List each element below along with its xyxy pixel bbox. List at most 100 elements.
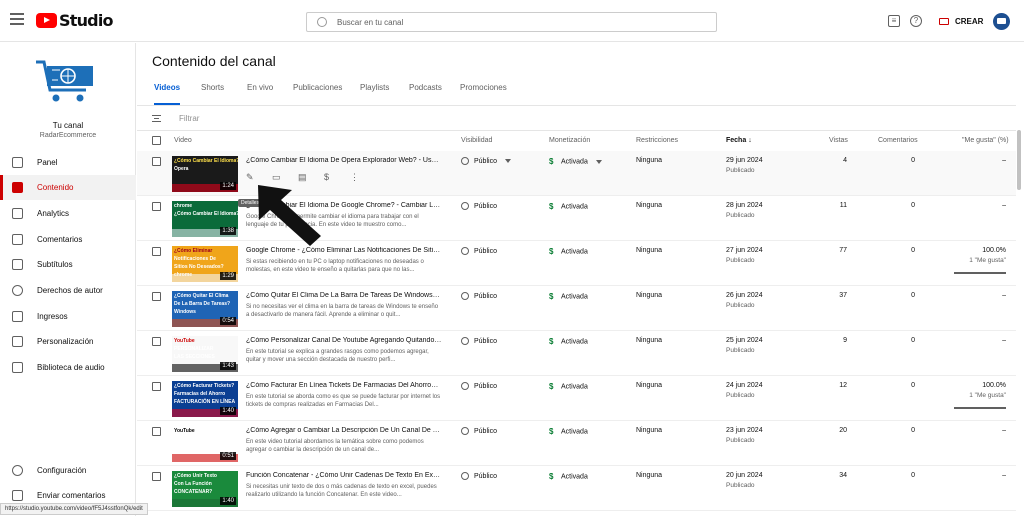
tab-videos[interactable]: Videos [154,83,181,105]
video-title[interactable]: Función Concatenar - ¿Cómo Unir Cadenas … [246,472,442,479]
more-options-icon[interactable]: ⋮ [350,172,376,183]
row-checkbox[interactable] [152,382,161,391]
sidebar-item-copyright[interactable]: Derechos de autor [0,278,136,303]
video-thumbnail[interactable]: ¿Cómo Facturar Tickets? Farmacias del Aho… [172,381,238,417]
column-header-likes[interactable]: "Me gusta" (%) [962,137,1009,144]
chevron-down-icon[interactable] [504,159,511,163]
column-header-views[interactable]: Vistas [829,137,848,144]
sidebar-item-content[interactable]: Contenido [0,175,136,200]
video-thumbnail[interactable]: ¿Cómo Cambiar El Idioma? Opera 1:24 [172,156,238,192]
row-checkbox[interactable] [152,337,161,346]
monetization-icon[interactable]: $ [324,172,350,183]
hamburger-menu-icon[interactable] [10,13,24,25]
sidebar-item-earn[interactable]: Ingresos [0,304,136,329]
table-row[interactable]: ¿Cómo Unir Texto Con La Función CONCATENAR… [137,466,1024,511]
publish-status: Publicado [726,437,755,444]
column-header-date[interactable]: Fecha ↓ [726,137,752,144]
edit-pencil-icon[interactable]: ✎ [246,172,272,183]
sidebar-item-customization[interactable]: Personalización [0,329,136,354]
monetization-cell[interactable]: $ Activada [549,427,588,436]
video-thumbnail[interactable]: chrome ¿Cómo Cambiar El Idioma? 1:38 [172,201,238,237]
column-header-restrictions[interactable]: Restricciones [636,137,678,144]
monetization-cell[interactable]: $ Activada [549,472,588,481]
account-avatar[interactable] [993,13,1010,30]
video-thumbnail[interactable]: ¿Cómo Eliminar Notificaciones De Sitios No… [172,246,238,282]
comments-icon[interactable]: ▤ [298,172,324,183]
subtitles-feedback-icon[interactable]: ≡ [888,15,900,27]
video-title[interactable]: ¿Cómo Agregar o Cambiar La Descripción D… [246,427,442,434]
visibility-value: Público [474,427,497,435]
scrollbar-thumb[interactable] [1017,130,1021,190]
tab-shorts[interactable]: Shorts [201,83,224,105]
help-icon[interactable]: ? [910,15,922,27]
video-thumbnail[interactable]: YouTube PERSONALIZAR LAS SECCIONES 1:43 [172,336,238,372]
video-title[interactable]: ¿Cómo Personalizar Canal De Youtube Agre… [246,337,442,344]
tab-playlists[interactable]: Playlists [360,83,389,105]
visibility-value: Público [474,157,497,165]
likes-value: 100.0% [982,247,1006,254]
visibility-cell[interactable]: Público [461,202,497,210]
column-header-visibility[interactable]: Visibilidad [461,137,492,144]
table-row[interactable]: chrome ¿Cómo Cambiar El Idioma? 1:38 ¿Cóm… [137,196,1024,241]
monetization-cell[interactable]: $ Activada [549,247,588,256]
create-button[interactable]: CREAR [933,12,990,30]
visibility-cell[interactable]: Público [461,427,497,435]
video-title[interactable]: ¿Cómo Facturar En Línea Tickets De Farma… [246,382,442,389]
row-checkbox[interactable] [152,427,161,436]
video-title[interactable]: ¿Cómo Cambiar El Idioma De Google Chrome… [246,202,442,209]
sidebar-item-audio-library[interactable]: Biblioteca de audio [0,355,136,380]
video-title[interactable]: ¿Cómo Cambiar El Idioma De Opera Explora… [246,157,442,164]
visibility-cell[interactable]: Público [461,157,511,165]
monetization-cell[interactable]: $ Activada [549,157,602,166]
views-value: 11 [839,202,847,209]
monetization-cell[interactable]: $ Activada [549,202,588,211]
analytics-icon[interactable]: ▭ [272,172,298,183]
sidebar-item-subtitles[interactable]: Subtítulos [0,252,136,277]
filter-placeholder: Filtrar [179,113,200,123]
row-checkbox[interactable] [152,472,161,481]
search-input[interactable] [337,15,707,29]
sidebar-item-analytics[interactable]: Analytics [0,201,136,226]
chevron-down-icon[interactable] [595,159,602,164]
video-thumbnail[interactable]: YouTube ¿CÓMO AGREGAR LA DESCRIPCIÓN DE UN… [172,426,238,462]
table-row[interactable]: ¿Cómo Eliminar Notificaciones De Sitios No… [137,241,1024,286]
table-row[interactable]: ¿Cómo Facturar Tickets? Farmacias del Aho… [137,376,1024,421]
table-row[interactable]: YouTube PERSONALIZAR LAS SECCIONES 1:43 ¿C… [137,331,1024,376]
visibility-cell[interactable]: Público [461,292,497,300]
row-checkbox[interactable] [152,202,161,211]
tab-promotions[interactable]: Promociones [460,83,507,105]
video-thumbnail[interactable]: ¿Cómo Unir Texto Con La Función CONCATENAR… [172,471,238,507]
visibility-cell[interactable]: Público [461,382,497,390]
tab-posts[interactable]: Publicaciones [293,83,342,105]
monetization-cell[interactable]: $ Activada [549,382,588,391]
monetization-cell[interactable]: $ Activada [549,337,588,346]
row-checkbox[interactable] [152,292,161,301]
column-header-comments[interactable]: Comentarios [878,137,918,144]
scrollbar-track[interactable] [1016,43,1024,516]
filter-bar[interactable]: Filtrar [152,111,199,125]
row-checkbox[interactable] [152,157,161,166]
sidebar-item-panel[interactable]: Panel [0,150,136,175]
search-box[interactable] [306,12,717,32]
monetization-cell[interactable]: $ Activada [549,292,588,301]
video-title[interactable]: Google Chrome - ¿Cómo Eliminar Las Notif… [246,247,442,254]
column-header-monetization[interactable]: Monetización [549,137,590,144]
sidebar-item-comments[interactable]: Comentarios [0,227,136,252]
tab-live[interactable]: En vivo [247,83,273,105]
channel-avatar-cart-icon[interactable] [34,56,98,106]
visibility-cell[interactable]: Público [461,472,497,480]
studio-logo[interactable]: Studio [36,11,113,30]
visibility-cell[interactable]: Público [461,247,497,255]
video-thumbnail[interactable]: ¿Cómo Quitar El Clima De La Barra De Tare… [172,291,238,327]
video-title[interactable]: ¿Cómo Quitar El Clima De La Barra De Tar… [246,292,442,299]
table-row[interactable]: ¿Cómo Cambiar El Idioma? Opera 1:24 ¿Cómo… [137,151,1024,196]
visibility-cell[interactable]: Público [461,337,497,345]
select-all-checkbox[interactable] [152,136,161,145]
tab-podcasts[interactable]: Podcasts [409,83,442,105]
filter-icon[interactable] [152,114,161,122]
table-row[interactable]: YouTube ¿CÓMO AGREGAR LA DESCRIPCIÓN DE UN… [137,421,1024,466]
row-checkbox[interactable] [152,247,161,256]
table-row[interactable]: ¿Cómo Quitar El Clima De La Barra De Tare… [137,286,1024,331]
channel-name[interactable]: Tu canal [0,121,136,130]
sidebar-item-settings[interactable]: Configuración [0,458,136,483]
